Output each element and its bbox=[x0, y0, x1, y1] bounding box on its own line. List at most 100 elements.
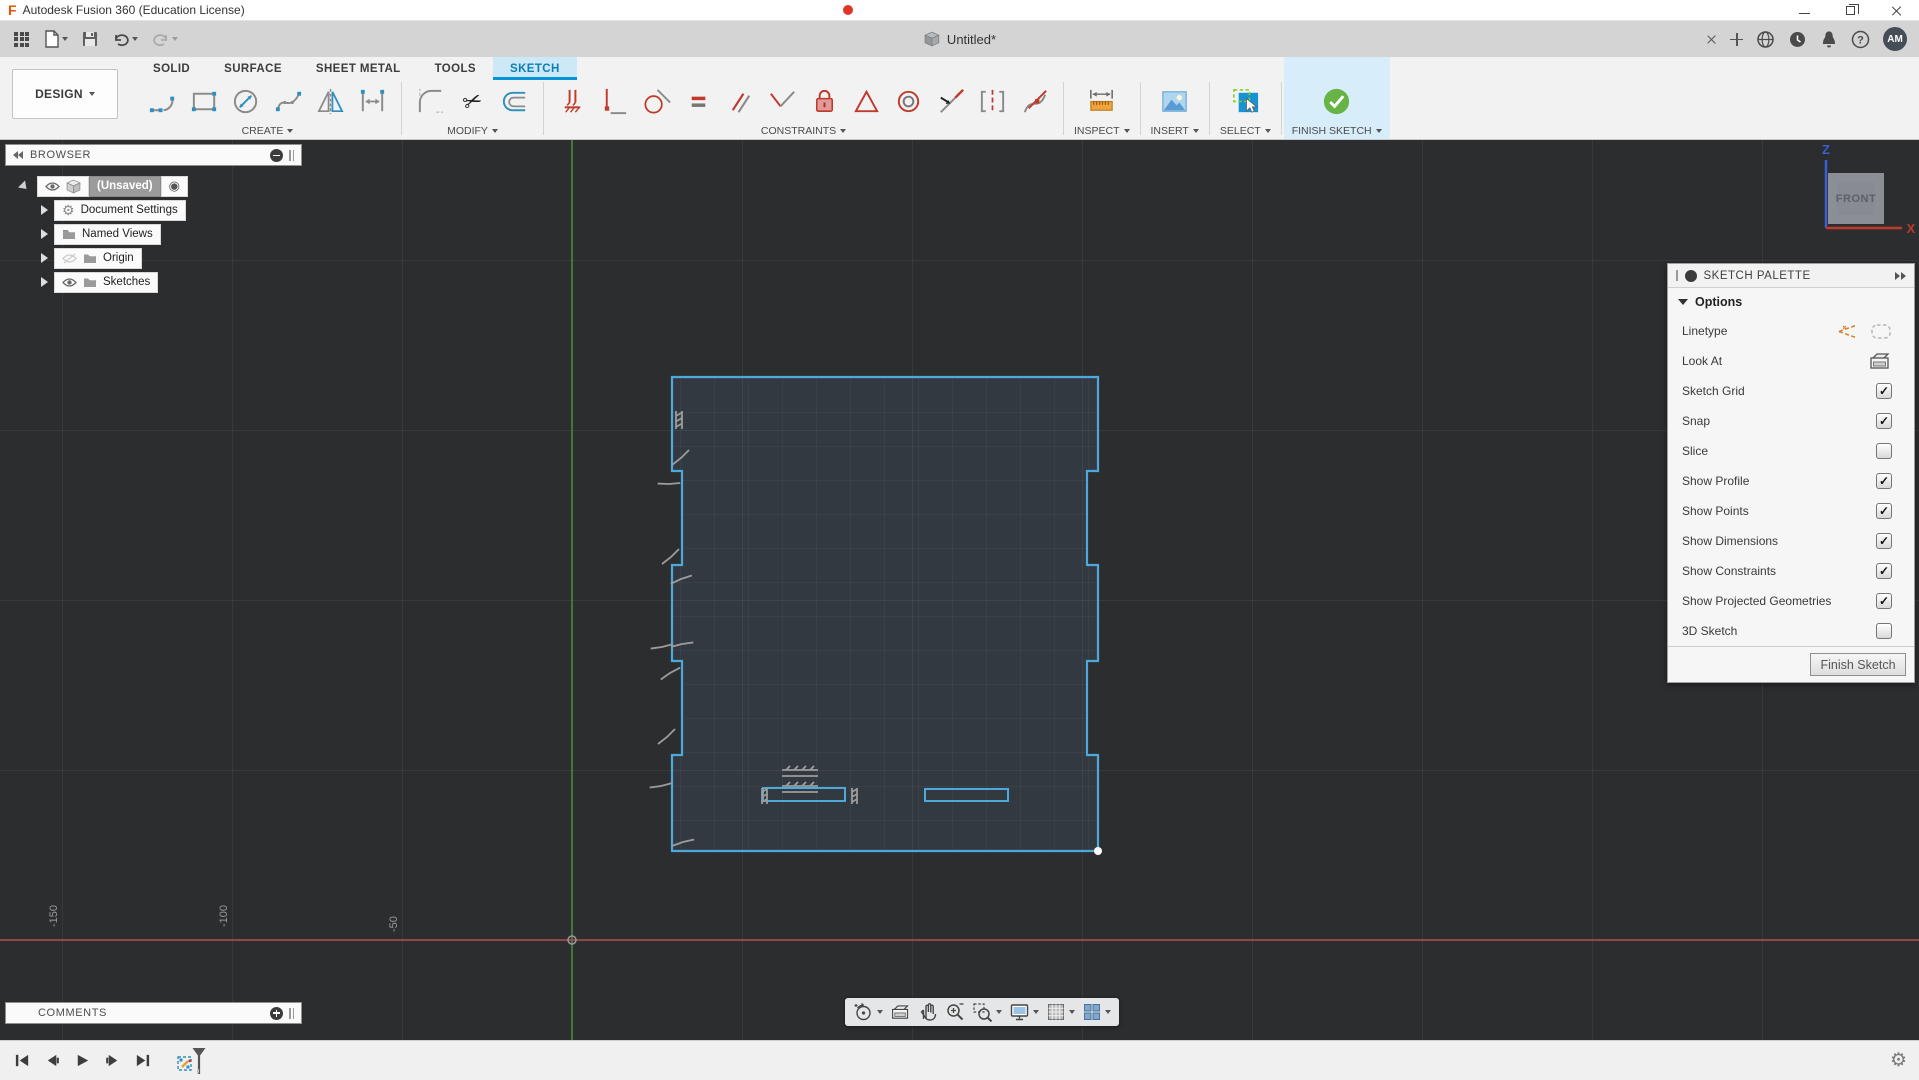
close-tab-icon[interactable] bbox=[1706, 34, 1717, 45]
coincident-constraint-button[interactable] bbox=[596, 81, 633, 121]
close-button[interactable] bbox=[1873, 0, 1919, 20]
modify-dropdown[interactable]: MODIFY bbox=[412, 122, 533, 139]
slice-checkbox[interactable]: ✓ bbox=[1876, 443, 1892, 459]
measure-tool-button[interactable] bbox=[1083, 81, 1120, 121]
spline-tool-button[interactable] bbox=[270, 81, 307, 121]
expand-icon[interactable] bbox=[41, 277, 48, 287]
horizontal-vertical-constraint-button[interactable] bbox=[554, 81, 591, 121]
timeline-sketch-marker[interactable] bbox=[176, 1051, 208, 1071]
viewcube-front-label[interactable]: FRONT bbox=[1836, 193, 1876, 205]
timeline-skip-start-button[interactable] bbox=[12, 1051, 32, 1071]
show-projected-geometries-checkbox[interactable]: ✓ bbox=[1876, 593, 1892, 609]
help-icon[interactable]: ? bbox=[1851, 30, 1870, 49]
timeline-settings-gear-icon[interactable]: ⚙ bbox=[1890, 1049, 1919, 1072]
job-status-clock-icon[interactable] bbox=[1788, 30, 1807, 49]
expand-collapse-icon[interactable] bbox=[18, 180, 30, 192]
concentric-constraint-button[interactable] bbox=[890, 81, 927, 121]
pan-button[interactable] bbox=[918, 1002, 938, 1022]
visibility-eye-icon[interactable] bbox=[62, 277, 77, 288]
undo-button[interactable] bbox=[108, 28, 142, 50]
inspect-dropdown[interactable]: INSPECT bbox=[1074, 122, 1130, 139]
display-settings-button[interactable] bbox=[1009, 1002, 1039, 1022]
snap-checkbox[interactable]: ✓ bbox=[1876, 413, 1892, 429]
circle-tool-button[interactable] bbox=[228, 81, 265, 121]
activate-component-radio[interactable]: ◉ bbox=[161, 176, 188, 197]
expand-icon[interactable] bbox=[41, 205, 48, 215]
tangent-constraint-button[interactable] bbox=[638, 81, 675, 121]
look-at-icon[interactable] bbox=[1868, 352, 1892, 371]
redo-button[interactable] bbox=[148, 28, 182, 50]
comments-header[interactable]: COMMENTS bbox=[5, 1002, 302, 1024]
expand-icon[interactable] bbox=[41, 253, 48, 263]
finish-sketch-dropdown[interactable]: FINISH SKETCH bbox=[1292, 122, 1382, 139]
browser-item-named-views[interactable]: Named Views bbox=[5, 222, 302, 246]
browser-header[interactable]: BROWSER bbox=[5, 144, 302, 166]
model-canvas[interactable]: -150 -100 -50 BROWSER (Unsaved) ◉ bbox=[0, 140, 1919, 1040]
sketch-dimension-button[interactable] bbox=[354, 81, 391, 121]
insert-dropdown[interactable]: INSERT bbox=[1151, 122, 1199, 139]
visibility-eye-icon[interactable] bbox=[45, 181, 60, 192]
tab-surface[interactable]: SURFACE bbox=[207, 57, 299, 80]
web-icon[interactable] bbox=[1756, 30, 1775, 49]
user-avatar[interactable]: AM bbox=[1883, 27, 1907, 51]
tab-solid[interactable]: SOLID bbox=[136, 57, 207, 80]
collinear-constraint-button[interactable] bbox=[932, 81, 969, 121]
timeline-step-forward-button[interactable] bbox=[102, 1051, 122, 1071]
add-comment-icon[interactable] bbox=[270, 1007, 283, 1020]
workspace-selector[interactable]: DESIGN bbox=[12, 69, 118, 119]
grid-settings-button[interactable] bbox=[1046, 1002, 1075, 1022]
browser-root-row[interactable]: (Unsaved) ◉ bbox=[5, 174, 302, 198]
sketch-profile[interactable] bbox=[672, 377, 1102, 855]
perpendicular-constraint-button[interactable] bbox=[764, 81, 801, 121]
collapse-panel-icon[interactable] bbox=[270, 149, 283, 162]
fit-button[interactable] bbox=[972, 1002, 1002, 1022]
centerline-linetype-icon[interactable] bbox=[1870, 323, 1892, 340]
show-dimensions-checkbox[interactable]: ✓ bbox=[1876, 533, 1892, 549]
3d-sketch-checkbox[interactable]: ✓ bbox=[1876, 623, 1892, 639]
panel-grip-icon[interactable] bbox=[1676, 270, 1678, 281]
timeline-step-back-button[interactable] bbox=[42, 1051, 62, 1071]
visibility-eye-off-icon[interactable] bbox=[62, 253, 77, 264]
rectangle-tool-button[interactable] bbox=[186, 81, 223, 121]
show-constraints-checkbox[interactable]: ✓ bbox=[1876, 563, 1892, 579]
fillet-tool-button[interactable] bbox=[412, 81, 449, 121]
app-menu-button[interactable] bbox=[10, 29, 33, 50]
browser-item-sketches[interactable]: Sketches bbox=[5, 270, 302, 294]
trim-tool-button[interactable]: ✂ bbox=[454, 81, 491, 121]
options-section-header[interactable]: Options bbox=[1668, 288, 1914, 316]
sketch-palette-header[interactable]: SKETCH PALETTE bbox=[1668, 264, 1914, 288]
offset-tool-button[interactable] bbox=[496, 81, 533, 121]
fix-constraint-button[interactable] bbox=[806, 81, 843, 121]
sketch-grid-checkbox[interactable]: ✓ bbox=[1876, 383, 1892, 399]
curvature-constraint-button[interactable] bbox=[1016, 81, 1053, 121]
zoom-button[interactable] bbox=[945, 1002, 965, 1022]
root-document-label[interactable]: (Unsaved) bbox=[89, 176, 161, 197]
orbit-button[interactable] bbox=[853, 1002, 883, 1023]
finish-sketch-palette-button[interactable]: Finish Sketch bbox=[1810, 653, 1906, 676]
symmetry-constraint-button[interactable] bbox=[974, 81, 1011, 121]
create-dropdown[interactable]: CREATE bbox=[144, 122, 391, 139]
new-tab-icon[interactable] bbox=[1730, 33, 1743, 46]
document-tab[interactable]: Untitled* bbox=[909, 21, 1010, 57]
browser-item-document-settings[interactable]: ⚙ Document Settings bbox=[5, 198, 302, 222]
timeline-skip-end-button[interactable] bbox=[132, 1051, 152, 1071]
viewcube[interactable]: FRONT bbox=[1828, 173, 1884, 224]
select-dropdown[interactable]: SELECT bbox=[1220, 122, 1271, 139]
sketch-endpoint[interactable] bbox=[1094, 847, 1102, 855]
dock-panel-icon[interactable] bbox=[1894, 272, 1906, 280]
browser-item-origin[interactable]: Origin bbox=[5, 246, 302, 270]
select-tool-button[interactable] bbox=[1227, 81, 1264, 121]
restore-button[interactable] bbox=[1827, 0, 1873, 20]
construction-linetype-icon[interactable] bbox=[1836, 323, 1860, 340]
mirror-tool-button[interactable] bbox=[312, 81, 349, 121]
look-at-button[interactable] bbox=[890, 1003, 911, 1022]
timeline-play-button[interactable] bbox=[72, 1051, 92, 1071]
panel-grip-icon[interactable] bbox=[289, 150, 294, 161]
tab-sheet-metal[interactable]: SHEET METAL bbox=[299, 57, 418, 80]
show-points-checkbox[interactable]: ✓ bbox=[1876, 503, 1892, 519]
constraints-dropdown[interactable]: CONSTRAINTS bbox=[554, 122, 1053, 139]
tab-sketch[interactable]: SKETCH bbox=[493, 57, 577, 80]
midpoint-constraint-button[interactable] bbox=[848, 81, 885, 121]
notification-bell-icon[interactable] bbox=[1820, 30, 1838, 49]
panel-grip-icon[interactable] bbox=[289, 1008, 294, 1019]
